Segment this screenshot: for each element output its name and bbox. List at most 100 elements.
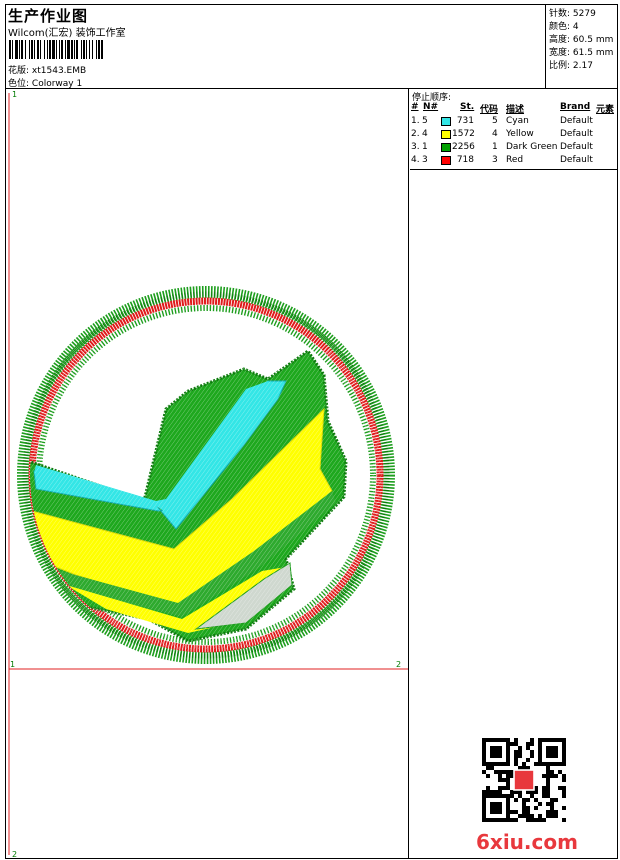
cell-code: 4: [492, 129, 498, 139]
qr-module: [510, 794, 514, 798]
qr-module: [494, 762, 498, 766]
stitch-line: [386, 349, 408, 649]
qr-module: [506, 810, 510, 814]
qr-module: [494, 806, 498, 810]
qr-module: [538, 814, 542, 818]
cell-needle: 5: [422, 116, 428, 126]
qr-module: [546, 786, 550, 790]
barcode-bar: [96, 40, 97, 59]
sheet-header: 生产作业图 Wilcom(汇宏) 装饰工作室 花版: xt1543.EMB 色位…: [6, 5, 617, 89]
qr-module: [538, 758, 542, 762]
watermark-text: 6xiu.com: [476, 830, 578, 854]
barcode-bar: [101, 40, 103, 59]
qr-module: [538, 746, 542, 750]
qr-module: [482, 790, 486, 794]
qr-module: [546, 754, 550, 758]
qr-module: [506, 794, 510, 798]
qr-module: [546, 802, 550, 806]
cell-num: 1.: [411, 116, 420, 126]
qr-module: [506, 762, 510, 766]
qr-module: [502, 762, 506, 766]
stat-stitches: 针数: 5279: [549, 6, 596, 19]
cell-stitches: 731: [456, 116, 474, 126]
qr-module: [506, 814, 510, 818]
design-stats: 针数: 5279 颜色: 4 高度: 60.5 mm 宽度: 61.5 mm 比…: [547, 5, 617, 88]
qr-module: [538, 802, 542, 806]
qr-module: [562, 742, 566, 746]
qr-module: [506, 782, 510, 786]
stitch-line: [406, 349, 408, 649]
qr-module: [490, 754, 494, 758]
qr-module: [482, 802, 486, 806]
barcode-bar: [71, 40, 73, 59]
qr-module: [486, 766, 490, 770]
qr-module: [498, 794, 502, 798]
barcode-bar: [34, 40, 35, 59]
barcode-bar: [61, 40, 63, 59]
stat-value: 61.5 mm: [572, 48, 614, 58]
qr-module: [526, 798, 530, 802]
qr-module: [550, 770, 554, 774]
qr-module: [482, 814, 486, 818]
qr-module: [546, 738, 550, 742]
barcode-bar: [86, 40, 87, 59]
qr-module: [518, 746, 522, 750]
qr-module: [550, 806, 554, 810]
qr-module: [534, 806, 538, 810]
barcode-bar: [21, 40, 23, 59]
qr-module: [510, 810, 514, 814]
stat-height: 高度: 60.5 mm: [549, 32, 613, 45]
qr-module: [522, 802, 526, 806]
qr-module: [494, 794, 498, 798]
stat-scale: 比例: 2.17: [549, 58, 593, 71]
qr-module: [538, 818, 542, 822]
qr-module: [538, 738, 542, 742]
qr-module: [506, 806, 510, 810]
qr-module: [562, 758, 566, 762]
qr-module: [510, 742, 514, 746]
qr-module: [506, 738, 510, 742]
stat-label: 针数:: [549, 9, 571, 19]
barcode-bar: [19, 40, 20, 59]
qr-module: [482, 810, 486, 814]
qr-module: [554, 762, 558, 766]
qr-module: [530, 738, 534, 742]
qr-module: [562, 778, 566, 782]
barcode-bar: [59, 40, 60, 59]
qr-module: [546, 762, 550, 766]
cell-description: Cyan: [506, 116, 529, 126]
qr-module: [498, 754, 502, 758]
colorway-label: 色位:: [8, 79, 30, 89]
barcode-bar: [25, 40, 26, 59]
barcode-bar: [92, 40, 93, 59]
qr-module: [546, 766, 550, 770]
qr-module: [562, 762, 566, 766]
barcode-bar: [81, 40, 82, 59]
qr-module: [562, 806, 566, 810]
cell-num: 4.: [411, 155, 420, 165]
stat-value: 5279: [572, 9, 596, 19]
qr-module: [558, 738, 562, 742]
qr-module: [498, 778, 502, 782]
qr-module: [506, 770, 510, 774]
qr-module: [522, 762, 526, 766]
qr-module: [514, 754, 518, 758]
qr-module: [562, 790, 566, 794]
table-row: 1. 5 731 5 Cyan Default: [410, 116, 617, 129]
cell-brand: Default: [560, 129, 593, 139]
qr-module: [538, 754, 542, 758]
qr-module: [498, 750, 502, 754]
qr-module: [526, 746, 530, 750]
qr-module: [522, 798, 526, 802]
qr-module: [550, 754, 554, 758]
corner-marker-middle-left: 1: [10, 660, 16, 669]
col-header-needle: N#: [423, 102, 439, 112]
qr-module: [542, 794, 546, 798]
qr-module: [518, 754, 522, 758]
qr-module: [550, 798, 554, 802]
qr-module: [558, 786, 562, 790]
qr-module: [546, 770, 550, 774]
corner-marker-middle-right: 2: [396, 660, 402, 669]
qr-module: [502, 794, 506, 798]
qr-module: [490, 818, 494, 822]
